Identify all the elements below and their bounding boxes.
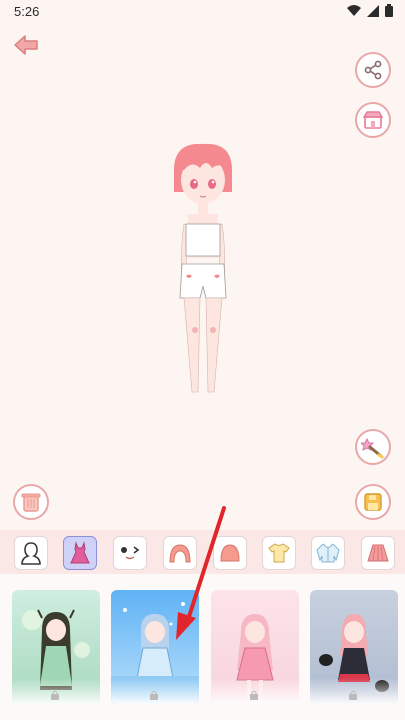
- lock-icon: [250, 690, 258, 700]
- share-button[interactable]: [355, 52, 391, 88]
- category-hair-front[interactable]: [163, 536, 197, 570]
- trash-button[interactable]: [13, 484, 49, 520]
- signal-icon: [367, 4, 379, 17]
- jacket-icon: [316, 543, 340, 563]
- category-shirt[interactable]: [262, 536, 296, 570]
- category-jacket[interactable]: [311, 536, 345, 570]
- category-hair-back[interactable]: [213, 536, 247, 570]
- outfit-gallery: [0, 574, 405, 720]
- tshirt-icon: [268, 543, 290, 563]
- face-expression-icon: [121, 546, 140, 560]
- save-button[interactable]: [355, 484, 391, 520]
- wifi-icon: [347, 4, 361, 16]
- category-skirt[interactable]: [361, 536, 395, 570]
- skirt-icon: [367, 544, 389, 562]
- lock-icon: [150, 690, 158, 700]
- shop-button[interactable]: [355, 102, 391, 138]
- outfit-ice-princess[interactable]: [111, 590, 199, 704]
- outfit-green-fairy[interactable]: [12, 590, 100, 704]
- outfit-pink-lolita[interactable]: [211, 590, 299, 704]
- hair-back-icon: [220, 544, 240, 562]
- status-bar: 5:26: [0, 0, 405, 24]
- back-button[interactable]: [12, 32, 42, 58]
- outfit-black-cat[interactable]: [310, 590, 398, 704]
- random-outfit-button[interactable]: [355, 429, 391, 465]
- category-face[interactable]: [113, 536, 147, 570]
- shop-icon: [362, 111, 384, 129]
- back-arrow-icon: [14, 35, 38, 55]
- save-icon: [364, 493, 382, 511]
- body-silhouette-icon: [21, 542, 41, 565]
- character-avatar: [174, 143, 232, 393]
- category-bar: [0, 530, 405, 574]
- category-dress[interactable]: [63, 536, 97, 570]
- dress-icon: [70, 541, 90, 564]
- magic-wand-icon: [361, 437, 384, 459]
- lock-icon: [349, 690, 357, 700]
- status-time: 5:26: [14, 4, 40, 19]
- battery-icon: [385, 4, 393, 17]
- category-body[interactable]: [14, 536, 48, 570]
- lock-icon: [51, 690, 59, 700]
- share-icon: [364, 60, 382, 80]
- hair-front-icon: [169, 544, 191, 563]
- status-icons: [347, 4, 393, 17]
- trash-icon: [21, 493, 41, 512]
